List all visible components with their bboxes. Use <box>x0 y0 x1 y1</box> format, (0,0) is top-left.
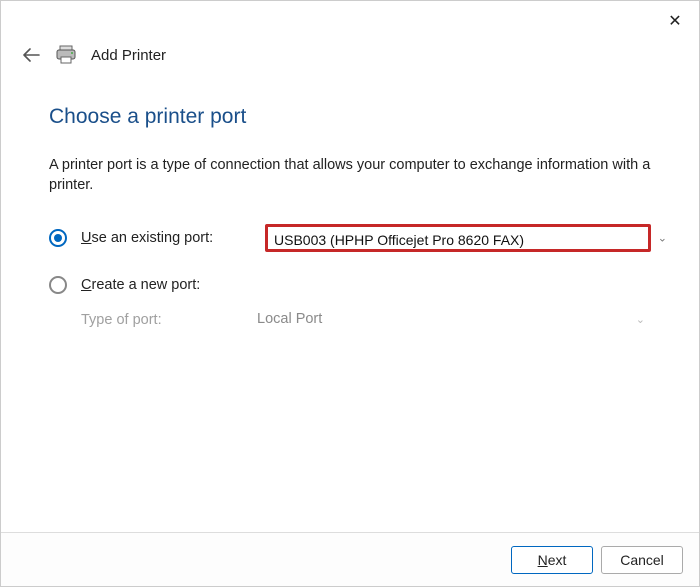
wizard-title: Add Printer <box>91 47 166 64</box>
option-existing-port: Use an existing port: USB003 (HPHP Offic… <box>49 224 651 252</box>
port-type-row: Type of port: Local Port ⌄ <box>81 306 651 334</box>
page-heading: Choose a printer port <box>49 105 651 129</box>
chevron-down-icon: ⌄ <box>636 307 645 333</box>
chevron-down-icon: ⌄ <box>658 231 667 244</box>
port-type-label: Type of port: <box>81 312 237 328</box>
port-type-select: Local Port ⌄ <box>251 306 651 334</box>
radio-create-port[interactable] <box>49 276 67 294</box>
radio-existing-port[interactable] <box>49 229 67 247</box>
wizard-header: Add Printer <box>1 41 699 83</box>
cancel-button[interactable]: Cancel <box>601 546 683 574</box>
label-create-port[interactable]: Create a new port: <box>81 277 251 293</box>
page-description: A printer port is a type of connection t… <box>49 155 651 196</box>
back-arrow-icon[interactable] <box>21 45 41 65</box>
port-type-value: Local Port <box>257 311 322 327</box>
title-bar: ✕ <box>1 1 699 41</box>
content-area: Choose a printer port A printer port is … <box>1 83 699 532</box>
close-icon[interactable]: ✕ <box>661 7 689 35</box>
existing-port-value[interactable]: USB003 (HPHP Officejet Pro 8620 FAX) <box>265 224 651 252</box>
existing-port-select[interactable]: USB003 (HPHP Officejet Pro 8620 FAX) ⌄ <box>265 224 651 252</box>
option-create-port: Create a new port: <box>49 276 651 294</box>
label-existing-port[interactable]: Use an existing port: <box>81 230 251 246</box>
next-button[interactable]: Next <box>511 546 593 574</box>
footer-bar: Next Cancel <box>1 532 699 586</box>
printer-icon <box>55 45 77 65</box>
